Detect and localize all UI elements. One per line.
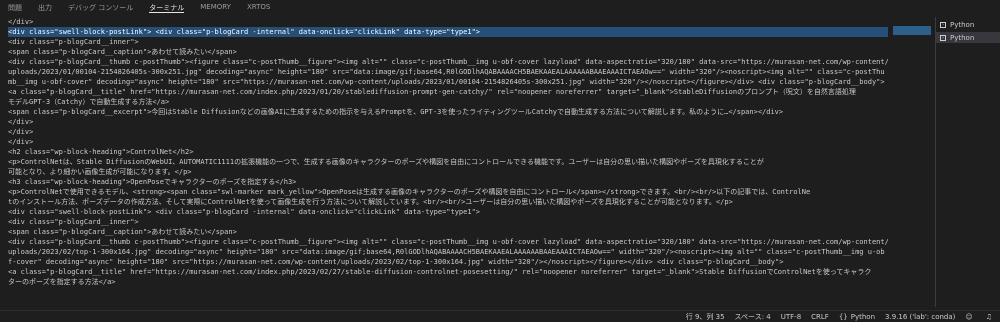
status-indentation[interactable]: スペース: 4 bbox=[730, 312, 776, 322]
terminal-line: f-cover" decoding="async" height="180" s… bbox=[8, 258, 784, 266]
terminal-line: </div> bbox=[8, 18, 34, 26]
tab-problems[interactable]: 問題 bbox=[0, 0, 30, 13]
terminal-line: uploads/2023/01/00104-2154826405s-300x25… bbox=[8, 68, 885, 76]
terminal-line: <a class="p-blogCard__title" href="https… bbox=[8, 268, 872, 276]
status-eol[interactable]: CRLF bbox=[806, 313, 834, 321]
status-bar: 行 9、列 35 スペース: 4 UTF-8 CRLF {} Python 3.9… bbox=[0, 310, 1000, 322]
terminal-line: <div class="swell-block-postLink"> <div … bbox=[8, 208, 481, 216]
terminal-line: <a class="p-blogCard__title" href="https… bbox=[8, 88, 856, 96]
terminal-list-item-python[interactable]: › Python bbox=[936, 19, 1000, 30]
status-notifications[interactable]: ♫ bbox=[981, 313, 1000, 321]
terminal-line: tのインストール方法、ポーズデータの作成方法、そして実際にControlNetを… bbox=[8, 198, 733, 206]
scrollbar-marker[interactable] bbox=[893, 26, 931, 35]
terminal-line: </div> bbox=[8, 128, 34, 136]
terminal-list-item-label: Python bbox=[950, 33, 975, 42]
terminal-line: モデルGPT-3（Catchy）で自動生成する方法</a> bbox=[8, 98, 170, 106]
terminal-line: uploads/2023/02/top-1-300x164.jpg" decod… bbox=[8, 248, 885, 256]
status-cursor-position[interactable]: 行 9、列 35 bbox=[681, 312, 730, 322]
terminal-line: <h3 class="wp-block-heading">OpenPoseでキャ… bbox=[8, 178, 297, 186]
terminal-line: mb__img u-obf-cover" decoding="async" he… bbox=[8, 78, 885, 86]
terminal-line: <span class="p-blogCard__excerpt">今回はSta… bbox=[8, 108, 784, 116]
terminal-icon: › bbox=[940, 21, 946, 28]
tab-output[interactable]: 出力 bbox=[30, 0, 60, 13]
tab-debug-console[interactable]: デバッグ コンソール bbox=[60, 0, 141, 13]
terminal-line: <div class="p-blogCard__thumb c-postThum… bbox=[8, 238, 888, 246]
panel-tabbar: 問題 出力 デバッグ コンソール ターミナル MEMORY XRTOS bbox=[0, 0, 1000, 16]
terminal-line: </div> bbox=[8, 118, 34, 126]
braces-icon: {} bbox=[838, 312, 848, 321]
terminal-line: </div> bbox=[8, 138, 34, 146]
terminal-line: <p>ControlNetは、Stable DiffusionのWebUI、AU… bbox=[8, 158, 764, 166]
terminal-line: <div class="swell-block-postLink"> <div … bbox=[8, 27, 888, 37]
status-interpreter[interactable]: 3.9.16 ('lab': conda) bbox=[880, 313, 960, 321]
terminal-list: › Python › Python bbox=[935, 17, 1000, 307]
terminal-list-item-python-active[interactable]: › Python bbox=[936, 32, 1000, 43]
terminal-line: <span class="p-blogCard__caption">あわせて読み… bbox=[8, 48, 237, 56]
tab-memory[interactable]: MEMORY bbox=[192, 0, 239, 13]
status-language[interactable]: {} Python bbox=[834, 313, 880, 321]
status-feedback[interactable]: ☺ bbox=[960, 313, 980, 321]
terminal-line: <div class="p-blogCard__inner"> bbox=[8, 218, 139, 226]
terminal-line: <p>ControlNetで使用できるモデル、<strong><span cla… bbox=[8, 188, 811, 196]
feedback-icon: ☺ bbox=[965, 312, 973, 321]
terminal-output[interactable]: </div> <div class="swell-block-postLink">… bbox=[8, 17, 888, 307]
tab-xrtos[interactable]: XRTOS bbox=[239, 0, 278, 13]
terminal-icon: › bbox=[940, 34, 946, 41]
terminal-line: <span class="p-blogCard__caption">あわせて読み… bbox=[8, 228, 237, 236]
terminal-line: <div class="p-blogCard__inner"> bbox=[8, 38, 139, 46]
terminal-line: ターのポーズを指定する方法</a> bbox=[8, 278, 116, 286]
terminal-line: <div class="p-blogCard__thumb c-postThum… bbox=[8, 58, 888, 66]
status-language-label: Python bbox=[850, 312, 876, 321]
status-encoding[interactable]: UTF-8 bbox=[776, 313, 806, 321]
bell-icon: ♫ bbox=[985, 312, 992, 321]
tab-terminal[interactable]: ターミナル bbox=[141, 0, 192, 13]
terminal-line: 可能となり、より細かい画像生成が可能になります。</p> bbox=[8, 168, 192, 176]
terminal-list-item-label: Python bbox=[950, 20, 975, 29]
terminal-line: <h2 class="wp-block-heading">ControlNet<… bbox=[8, 148, 194, 156]
